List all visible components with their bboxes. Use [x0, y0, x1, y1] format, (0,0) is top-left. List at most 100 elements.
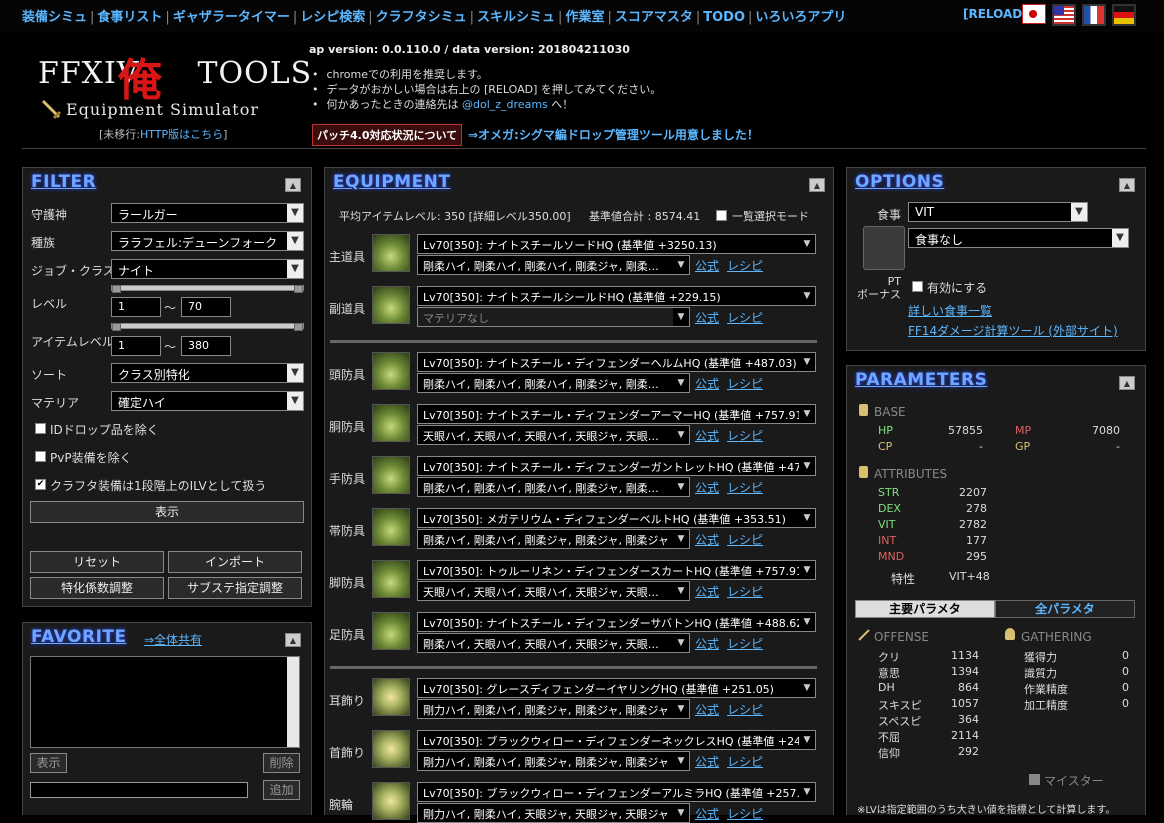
- meal-stat-select[interactable]: VIT ▼: [908, 202, 1088, 222]
- share-all-link[interactable]: ⇒全体共有: [144, 631, 202, 648]
- guardian-select[interactable]: ラールガー ▼: [111, 203, 304, 223]
- sort-select[interactable]: クラス別特化 ▼: [111, 363, 304, 383]
- materia-select[interactable]: 確定ハイ ▼: [111, 391, 304, 411]
- slider-handle[interactable]: [112, 323, 121, 331]
- item-select[interactable]: Lv70[350]: ブラックウィロー・ディフェンダーアルミラHQ (基準値 +…: [417, 782, 816, 802]
- nav-link[interactable]: スコアマスタ: [615, 10, 693, 25]
- race-select[interactable]: ララフェル:デューンフォーク ▼: [111, 231, 304, 251]
- recipe-link[interactable]: レシピ: [727, 583, 763, 600]
- nav-link[interactable]: TODO: [703, 10, 745, 25]
- flag-germany-icon[interactable]: [1112, 4, 1136, 26]
- official-link[interactable]: 公式: [695, 583, 719, 600]
- favorite-delete-button[interactable]: 削除: [263, 753, 300, 773]
- favorite-show-button[interactable]: 表示: [30, 753, 67, 773]
- official-link[interactable]: 公式: [695, 375, 719, 392]
- level-max-input[interactable]: 70: [181, 297, 231, 317]
- crafter-ilv-checkbox[interactable]: ✔: [35, 479, 46, 490]
- recipe-link[interactable]: レシピ: [727, 805, 763, 822]
- pt-bonus-checkbox[interactable]: [912, 281, 923, 292]
- exclude-id-drop-checkbox[interactable]: [35, 423, 46, 434]
- item-level-min-input[interactable]: 1: [111, 336, 161, 356]
- materia-select[interactable]: 剛柔ハイ, 剛柔ハイ, 剛柔ハイ, 剛柔ジャ, 剛柔… ▼: [417, 477, 690, 497]
- official-link[interactable]: 公式: [695, 753, 719, 770]
- item-level-slider[interactable]: [111, 323, 304, 331]
- official-link[interactable]: 公式: [695, 531, 719, 548]
- nav-link[interactable]: スキルシミュ: [477, 10, 555, 25]
- item-select[interactable]: Lv70[350]: ナイトスチール・ディフェンダーガントレットHQ (基準値 …: [417, 456, 816, 476]
- item-select[interactable]: Lv70[350]: グレースディフェンダーイヤリングHQ (基準値 +251.…: [417, 678, 816, 698]
- item-select[interactable]: Lv70[350]: トゥルーリネン・ディフェンダースカートHQ (基準値 +7…: [417, 560, 816, 580]
- level-min-input[interactable]: 1: [111, 297, 161, 317]
- collapse-parameters-button[interactable]: ▲: [1119, 376, 1135, 390]
- recipe-link[interactable]: レシピ: [727, 375, 763, 392]
- recipe-link[interactable]: レシピ: [727, 479, 763, 496]
- recipe-link[interactable]: レシピ: [727, 701, 763, 718]
- materia-select[interactable]: 剛力ハイ, 剛柔ハイ, 剛柔ジャ, 剛柔ジャ, 剛柔ジャ ▼: [417, 699, 690, 719]
- slider-handle[interactable]: [294, 285, 303, 293]
- recipe-link[interactable]: レシピ: [727, 531, 763, 548]
- tab-main-parameters[interactable]: 主要パラメタ: [855, 600, 995, 618]
- collapse-options-button[interactable]: ▲: [1119, 178, 1135, 192]
- materia-select[interactable]: 剛柔ハイ, 剛柔ハイ, 剛柔ハイ, 剛柔ジャ, 剛柔… ▼: [417, 255, 690, 275]
- materia-select[interactable]: マテリアなし ▼: [417, 307, 690, 327]
- recipe-link[interactable]: レシピ: [727, 309, 763, 326]
- official-link[interactable]: 公式: [695, 805, 719, 822]
- materia-select[interactable]: 剛柔ハイ, 天眼ハイ, 天眼ハイ, 天眼ジャ, 天眼… ▼: [417, 633, 690, 653]
- materia-select[interactable]: 天眼ハイ, 天眼ハイ, 天眼ハイ, 天眼ジャ, 天眼… ▼: [417, 425, 690, 445]
- official-link[interactable]: 公式: [695, 427, 719, 444]
- meal-select[interactable]: 食事なし ▼: [908, 228, 1129, 248]
- meister-checkbox[interactable]: [1029, 774, 1040, 785]
- nav-link[interactable]: 作業室: [565, 10, 604, 25]
- reset-button[interactable]: リセット: [30, 551, 164, 573]
- collapse-filter-button[interactable]: ▲: [285, 178, 301, 192]
- item-select[interactable]: Lv70[350]: ナイトスチール・ディフェンダーアーマーHQ (基準値 +7…: [417, 404, 816, 424]
- item-select[interactable]: Lv70[350]: ナイトスチール・ディフェンダーヘルムHQ (基準値 +48…: [417, 352, 816, 372]
- nav-link[interactable]: 装備シミュ: [22, 10, 87, 25]
- slider-handle[interactable]: [112, 285, 121, 293]
- favorite-list[interactable]: [30, 656, 300, 748]
- flag-japan-icon[interactable]: [1022, 4, 1046, 24]
- job-select[interactable]: ナイト ▼: [111, 259, 304, 279]
- materia-select[interactable]: 剛柔ハイ, 剛柔ハイ, 剛柔ハイ, 剛柔ジャ, 剛柔… ▼: [417, 373, 690, 393]
- favorite-add-button[interactable]: 追加: [263, 780, 300, 800]
- damage-tool-link[interactable]: FF14ダメージ計算ツール (外部サイト): [908, 322, 1118, 339]
- substat-adjust-button[interactable]: サブステ指定調整: [168, 577, 302, 599]
- flag-france-icon[interactable]: [1082, 4, 1106, 26]
- materia-select[interactable]: 剛力ハイ, 剛柔ハイ, 剛柔ジャ, 剛柔ジャ, 剛柔ジャ ▼: [417, 751, 690, 771]
- recipe-link[interactable]: レシピ: [727, 427, 763, 444]
- official-link[interactable]: 公式: [695, 635, 719, 652]
- list-mode-checkbox[interactable]: [716, 210, 727, 221]
- coefficient-adjust-button[interactable]: 特化係数調整: [30, 577, 164, 599]
- materia-select[interactable]: 剛柔ハイ, 剛柔ハイ, 剛柔ジャ, 剛柔ジャ, 剛柔ジャ ▼: [417, 529, 690, 549]
- nav-link[interactable]: クラフタシミュ: [376, 10, 467, 25]
- level-slider[interactable]: [111, 285, 304, 293]
- nav-link[interactable]: いろいろアプリ: [755, 10, 846, 25]
- collapse-favorite-button[interactable]: ▲: [285, 633, 301, 647]
- item-select[interactable]: Lv70[350]: メガテリウム・ディフェンダーベルトHQ (基準値 +353…: [417, 508, 816, 528]
- recipe-link[interactable]: レシピ: [727, 635, 763, 652]
- flag-usa-icon[interactable]: [1052, 4, 1076, 26]
- reload-button[interactable]: [RELOAD]: [963, 7, 1028, 21]
- old-version-link[interactable]: HTTP版はこちら: [140, 128, 223, 141]
- item-select[interactable]: Lv70[350]: ナイトスチール・ディフェンダーサバトンHQ (基準値 +4…: [417, 612, 816, 632]
- item-select[interactable]: Lv70[350]: ナイトスチールシールドHQ (基準値 +229.15) ▼: [417, 286, 816, 306]
- import-button[interactable]: インポート: [168, 551, 302, 573]
- recipe-link[interactable]: レシピ: [727, 753, 763, 770]
- official-link[interactable]: 公式: [695, 701, 719, 718]
- omega-tool-link[interactable]: ⇒オメガ:シグマ編ドロップ管理ツール用意しました！: [468, 126, 759, 143]
- materia-select[interactable]: 剛力ハイ, 剛柔ハイ, 天眼ジャ, 天眼ジャ, 天眼ジャ ▼: [417, 803, 690, 823]
- official-link[interactable]: 公式: [695, 257, 719, 274]
- materia-select[interactable]: 天眼ハイ, 天眼ハイ, 天眼ハイ, 天眼ジャ, 天眼… ▼: [417, 581, 690, 601]
- meal-list-link[interactable]: 詳しい食事一覧: [908, 302, 992, 319]
- item-select[interactable]: Lv70[350]: ナイトスチールソードHQ (基準値 +3250.13) ▼: [417, 234, 816, 254]
- exclude-pvp-checkbox[interactable]: [35, 451, 46, 462]
- nav-link[interactable]: ギャザラータイマー: [173, 10, 290, 25]
- contact-link[interactable]: @dol_z_dreams: [462, 98, 548, 111]
- nav-link[interactable]: 食事リスト: [97, 10, 162, 25]
- favorite-name-input[interactable]: [30, 782, 248, 798]
- recipe-link[interactable]: レシピ: [727, 257, 763, 274]
- slider-handle[interactable]: [294, 323, 303, 331]
- scrollbar[interactable]: [287, 657, 299, 747]
- tab-all-parameters[interactable]: 全パラメタ: [995, 600, 1135, 618]
- collapse-equipment-button[interactable]: ▲: [809, 178, 825, 192]
